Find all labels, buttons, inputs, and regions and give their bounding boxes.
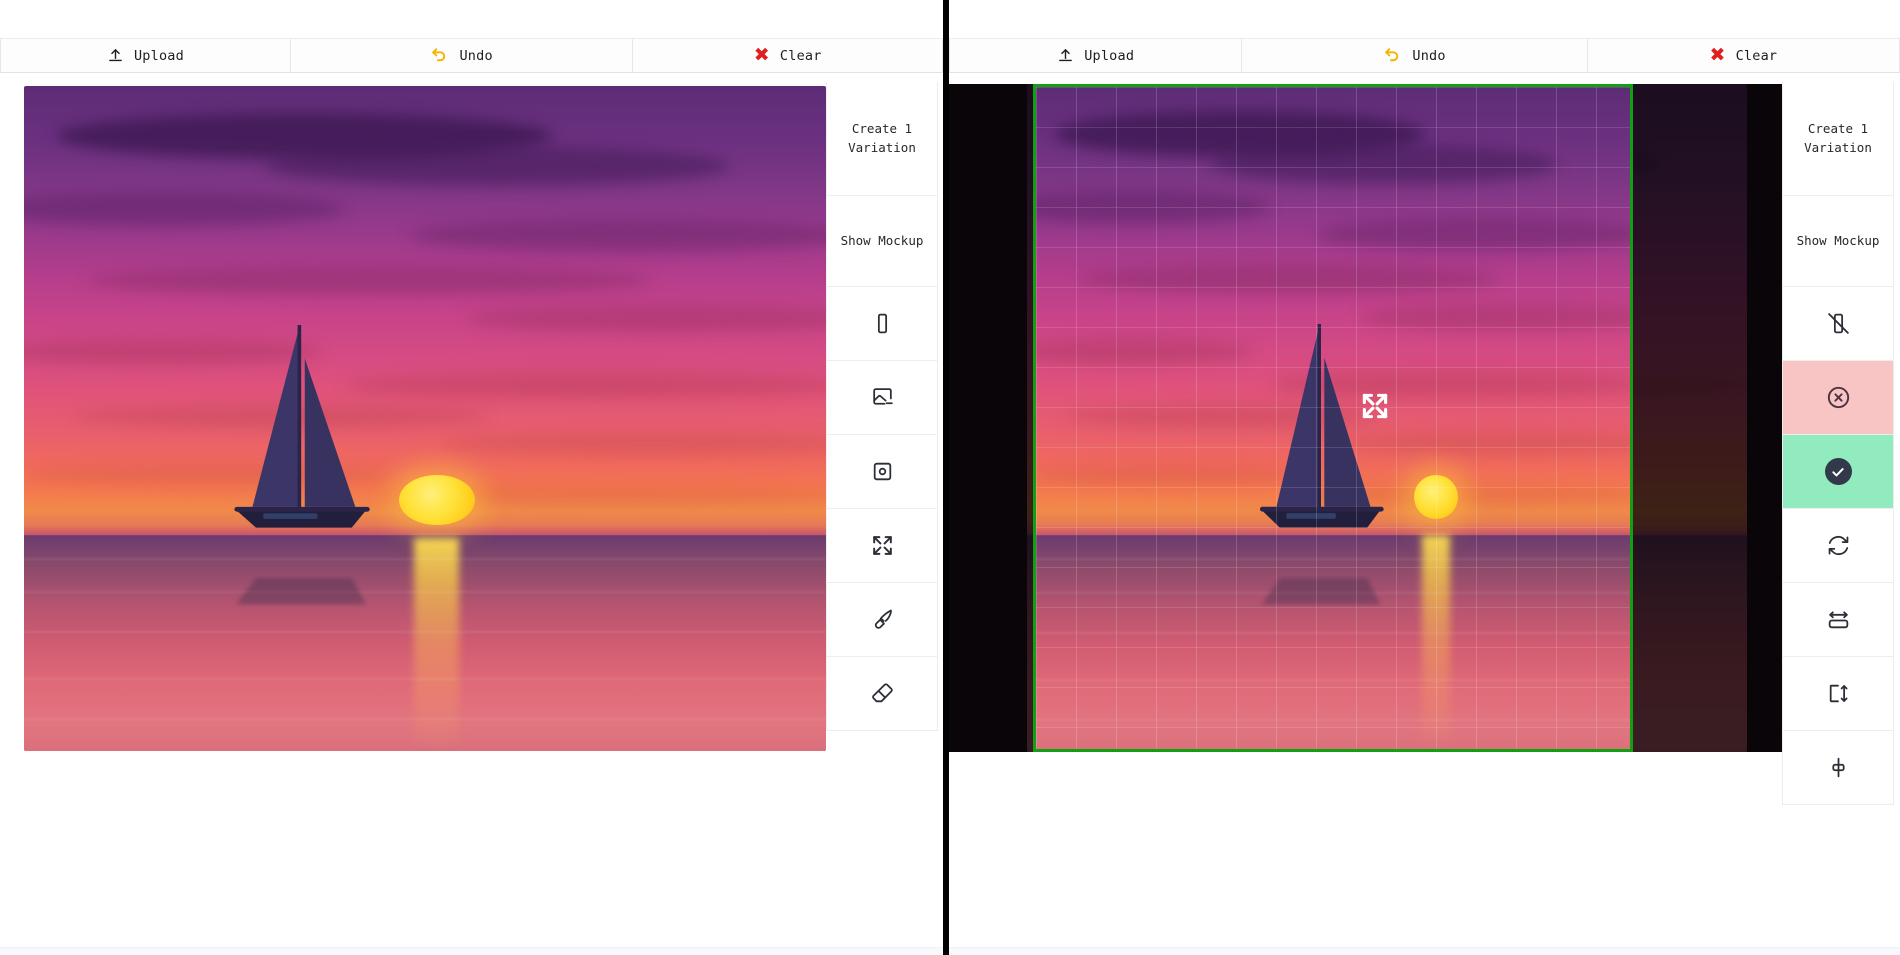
- flip-vertical-icon: [1826, 755, 1851, 780]
- width-arrows-icon: [1826, 607, 1851, 632]
- sidebar-item-resize-height[interactable]: [1783, 657, 1893, 731]
- canvas-stage-right[interactable]: [949, 82, 1782, 955]
- create-variation-line2: Variation: [848, 140, 916, 155]
- app-root: Upload Undo ✖ Clear: [0, 0, 1900, 955]
- clear-button[interactable]: ✖ Clear: [1588, 39, 1900, 72]
- circle-x-icon: [1825, 384, 1852, 411]
- undo-arrow-icon: [1383, 46, 1402, 65]
- sidebar-item-remove-image[interactable]: [827, 361, 937, 435]
- bottom-strip-right: [949, 947, 1900, 955]
- clear-label: Clear: [1736, 48, 1778, 64]
- undo-button[interactable]: Undo: [1242, 39, 1587, 72]
- sun: [1414, 475, 1458, 519]
- frame-select-icon: [870, 311, 895, 336]
- create-variation-line1: Create 1: [852, 121, 912, 136]
- expand-arrows-icon[interactable]: [1358, 389, 1392, 423]
- expand-arrows-icon: [870, 533, 895, 558]
- create-variation-line1: Create 1: [1808, 121, 1868, 136]
- frame-select-off-icon: [1826, 311, 1851, 336]
- undo-label: Undo: [1412, 48, 1445, 64]
- sidebar-item-cancel[interactable]: [1783, 361, 1893, 435]
- show-mockup-label: Show Mockup: [1797, 232, 1880, 250]
- undo-button[interactable]: Undo: [291, 39, 633, 72]
- clear-button[interactable]: ✖ Clear: [633, 39, 943, 72]
- pane-right: Upload Undo ✖ Clear: [949, 0, 1900, 955]
- sun: [399, 475, 474, 525]
- upload-button[interactable]: Upload: [949, 39, 1242, 72]
- image-minus-icon: [870, 385, 895, 410]
- clear-label: Clear: [780, 48, 822, 64]
- refresh-cycle-icon: [1826, 533, 1851, 558]
- sailboat: [229, 325, 373, 564]
- show-mockup-label: Show Mockup: [841, 232, 924, 250]
- eraser-icon: [870, 681, 895, 706]
- sidebar-item-brush[interactable]: [827, 583, 937, 657]
- upload-label: Upload: [1084, 48, 1134, 64]
- sidebar-item-show-mockup[interactable]: Show Mockup: [827, 196, 937, 287]
- action-sidebar-right: Create 1 Variation Show Mockup: [1782, 82, 1894, 805]
- pane-divider: [943, 0, 949, 955]
- red-x-icon: ✖: [754, 46, 770, 65]
- sidebar-item-frame-off[interactable]: [1783, 287, 1893, 361]
- sidebar-item-frame[interactable]: [827, 287, 937, 361]
- selection-artwork: [1033, 84, 1630, 752]
- sidebar-item-object-select[interactable]: [827, 435, 937, 509]
- outpaint-preview[interactable]: [949, 84, 1782, 752]
- sidebar-item-confirm[interactable]: [1783, 435, 1893, 509]
- upload-button[interactable]: Upload: [0, 39, 291, 72]
- sidebar-item-regenerate[interactable]: [1783, 509, 1893, 583]
- sailboat-reflection: [229, 558, 373, 605]
- undo-arrow-icon: [430, 46, 449, 65]
- object-square-icon: [870, 459, 895, 484]
- toolbar-left: Upload Undo ✖ Clear: [0, 38, 943, 73]
- toolbar-right: Upload Undo ✖ Clear: [949, 38, 1900, 73]
- action-sidebar-left: Create 1 Variation Show Mockup: [826, 82, 938, 731]
- undo-label: Undo: [459, 48, 492, 64]
- selection-frame[interactable]: [1033, 84, 1633, 752]
- sidebar-item-resize-width[interactable]: [1783, 583, 1893, 657]
- sunset-scene: [24, 86, 826, 751]
- sidebar-item-create-variation[interactable]: Create 1 Variation: [827, 82, 937, 196]
- height-arrows-icon: [1826, 681, 1851, 706]
- sidebar-item-eraser[interactable]: [827, 657, 937, 731]
- original-artwork[interactable]: [24, 86, 826, 751]
- sidebar-item-show-mockup[interactable]: Show Mockup: [1783, 196, 1893, 287]
- sidebar-item-create-variation[interactable]: Create 1 Variation: [1783, 82, 1893, 196]
- sailboat: [1255, 324, 1387, 564]
- paint-brush-icon: [870, 607, 895, 632]
- sun-reflection: [414, 538, 459, 744]
- pane-left: Upload Undo ✖ Clear: [0, 0, 943, 955]
- sun-reflection: [1422, 535, 1450, 742]
- sailboat-reflection: [1255, 558, 1387, 605]
- create-variation-line2: Variation: [1804, 140, 1872, 155]
- sidebar-item-expand[interactable]: [827, 509, 937, 583]
- sidebar-item-flip-vertical[interactable]: [1783, 731, 1893, 805]
- upload-icon: [1057, 47, 1074, 64]
- bottom-strip-left: [0, 947, 943, 955]
- upload-icon: [107, 47, 124, 64]
- circle-check-icon: [1825, 458, 1852, 485]
- upload-label: Upload: [134, 48, 184, 64]
- red-x-icon: ✖: [1709, 46, 1725, 65]
- canvas-stage-left[interactable]: [0, 82, 826, 955]
